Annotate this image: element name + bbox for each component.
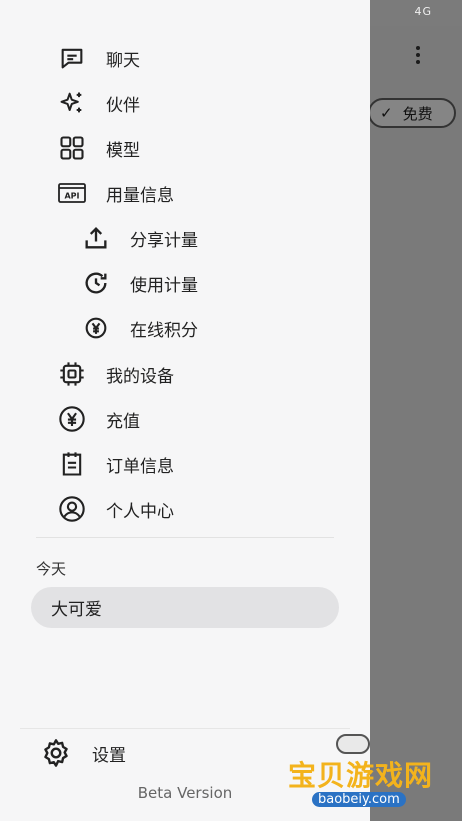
menu-item-label: 使用计量 xyxy=(130,275,198,296)
menu-item-order-info[interactable]: 订单信息 xyxy=(56,444,174,484)
menu-item-models[interactable]: 模型 xyxy=(56,128,140,168)
divider xyxy=(36,537,334,538)
history-section-label: 今天 xyxy=(36,560,67,578)
status-right: 4G xyxy=(414,5,432,18)
menu-item-label: 模型 xyxy=(106,140,140,161)
menu-item-usage-metering[interactable]: 使用计量 xyxy=(80,263,198,303)
chip-icon xyxy=(56,358,88,390)
settings-button[interactable]: 设置 xyxy=(40,733,126,773)
person-circle-icon xyxy=(56,493,88,525)
network-label: 4G xyxy=(414,5,432,18)
yen-circle-icon xyxy=(56,403,88,435)
chat-history-item[interactable]: 大可爱 xyxy=(31,587,339,628)
more-options-icon xyxy=(412,46,424,66)
menu-item-label: 分享计量 xyxy=(130,230,198,251)
gear-icon xyxy=(40,737,72,769)
menu-item-label: 我的设备 xyxy=(106,366,174,387)
menu-item-my-devices[interactable]: 我的设备 xyxy=(56,354,174,394)
api-icon: API xyxy=(56,177,88,209)
menu-item-label: 充值 xyxy=(106,411,140,432)
menu-item-chat[interactable]: 聊天 xyxy=(56,38,140,78)
navigation-drawer: 聊天 伙伴 模型 API 用量信息 分享计量 使用计量 在线积分 我的设备 充值… xyxy=(0,0,370,821)
sparkles-icon xyxy=(56,87,88,119)
menu-item-label: 个人中心 xyxy=(106,501,174,522)
footer-divider xyxy=(20,728,350,729)
gamepad-icon xyxy=(336,734,370,754)
menu-item-online-points[interactable]: 在线积分 xyxy=(80,308,198,348)
free-chip-label: 免费 xyxy=(402,104,433,123)
menu-item-partner[interactable]: 伙伴 xyxy=(56,83,140,123)
api-icon-text: API xyxy=(64,192,79,201)
check-icon: ✓ xyxy=(380,104,393,122)
chat-icon xyxy=(56,42,88,74)
menu-item-label: 在线积分 xyxy=(130,320,198,341)
menu-item-share-metering[interactable]: 分享计量 xyxy=(80,218,198,258)
watermark-url: baobeiy.com xyxy=(312,792,406,807)
settings-label: 设置 xyxy=(92,745,126,766)
grid-icon xyxy=(56,132,88,164)
menu-item-recharge[interactable]: 充值 xyxy=(56,399,140,439)
menu-item-usage-info[interactable]: API 用量信息 xyxy=(56,173,174,213)
menu-item-label: 用量信息 xyxy=(106,185,174,206)
menu-item-label: 伙伴 xyxy=(106,95,140,116)
chat-history-title: 大可爱 xyxy=(51,600,102,620)
yen-coin-icon xyxy=(80,312,112,344)
history-clock-icon xyxy=(80,267,112,299)
share-upload-icon xyxy=(80,222,112,254)
free-chip: ✓ 免费 xyxy=(368,98,456,128)
order-list-icon xyxy=(56,448,88,480)
menu-item-label: 订单信息 xyxy=(106,456,174,477)
menu-item-profile[interactable]: 个人中心 xyxy=(56,489,174,529)
menu-item-label: 聊天 xyxy=(106,50,140,71)
watermark-title: 宝贝游戏网 xyxy=(288,759,434,792)
watermark-logo: 宝贝游戏网 baobeiy.com xyxy=(288,734,448,814)
